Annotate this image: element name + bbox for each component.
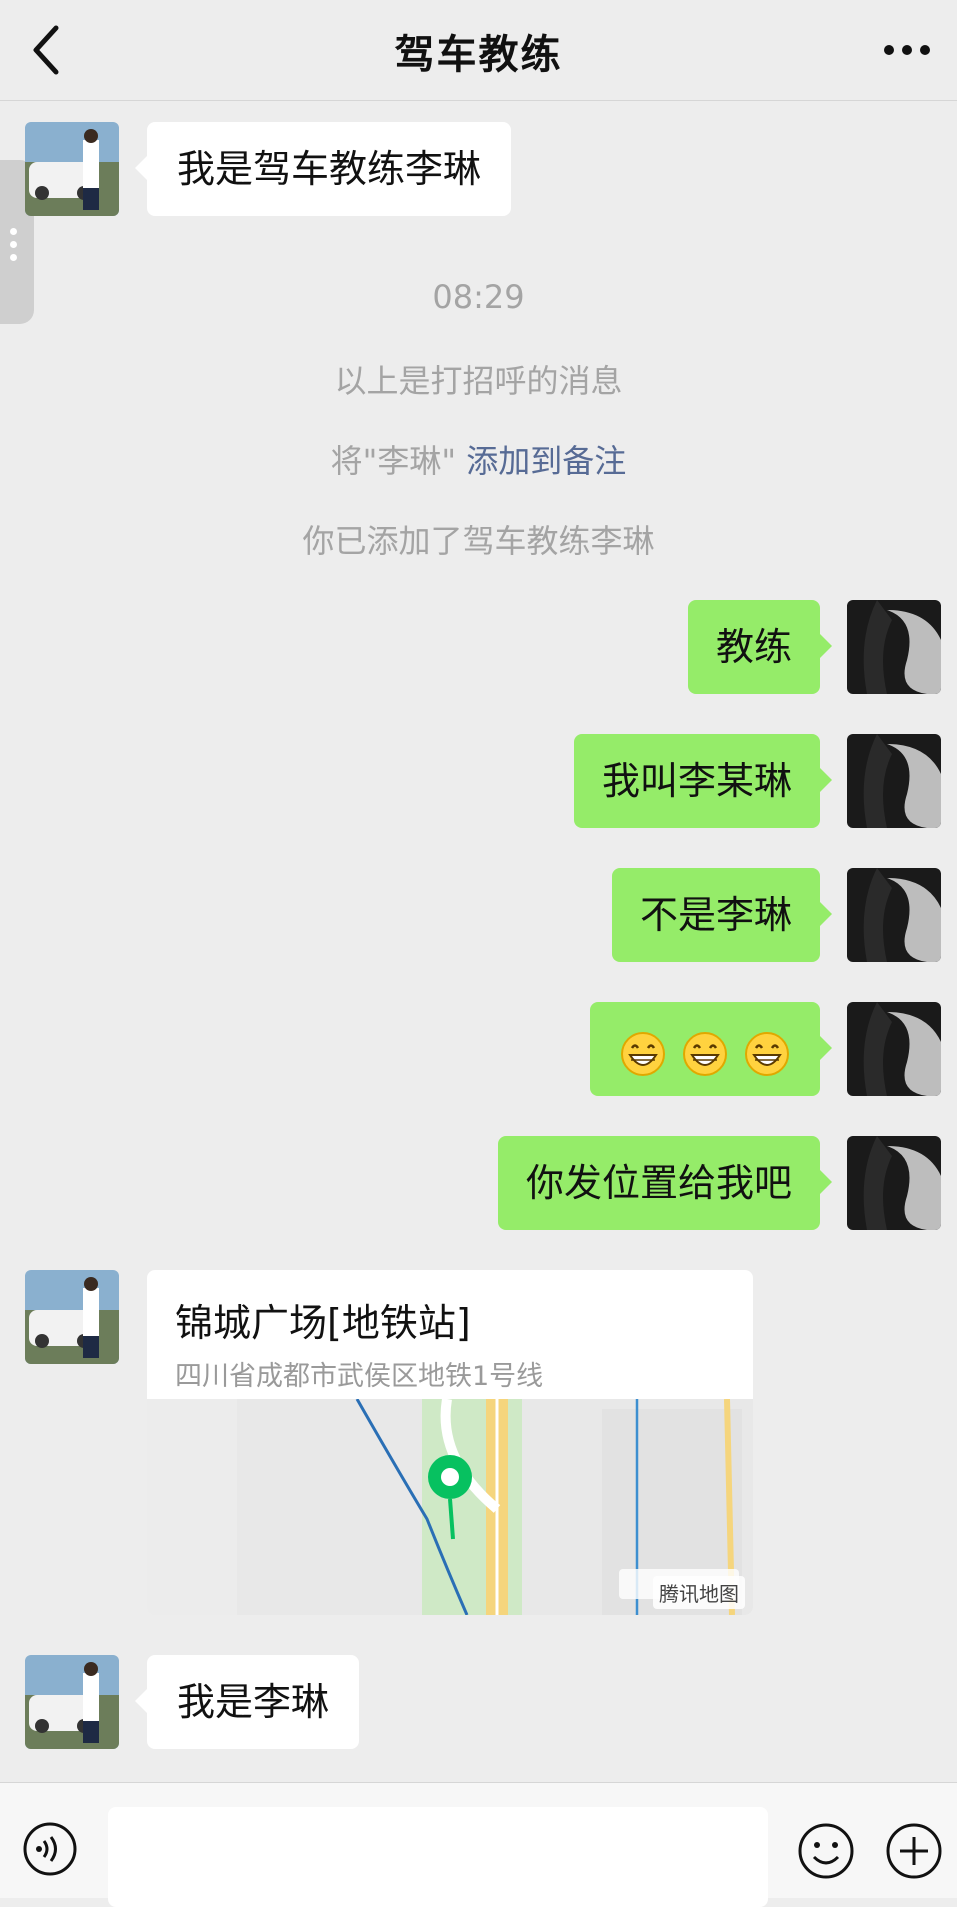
chat-header: 驾车教练 xyxy=(0,0,957,101)
coach-avatar[interactable] xyxy=(25,1655,119,1749)
remark-prefix: 将"李琳" xyxy=(330,442,457,480)
message-bubble-me-1[interactable]: 教练 xyxy=(687,600,833,694)
timestamp: 08:29 xyxy=(432,278,525,316)
add-remark-link[interactable]: 添加到备注 xyxy=(466,442,626,480)
message-bubble-me-emoji[interactable] xyxy=(589,1002,833,1099)
emoji-picker-icon[interactable] xyxy=(796,1821,856,1881)
remark-notice: 将"李琳" 添加到备注 xyxy=(0,436,957,482)
input-bar xyxy=(0,1782,957,1907)
message-bubble-coach-last[interactable]: 我是李琳 xyxy=(134,1655,360,1749)
more-options-icon[interactable] xyxy=(877,28,937,72)
added-notice: 你已添加了驾车教练李琳 xyxy=(302,522,655,560)
my-avatar[interactable] xyxy=(847,1002,941,1096)
message-bubble-me-5[interactable]: 你发位置给我吧 xyxy=(497,1136,833,1230)
map-provider-badge: 腾讯地图 xyxy=(653,1576,745,1609)
grin-emoji-icon xyxy=(682,1032,727,1076)
my-avatar[interactable] xyxy=(847,868,941,962)
chat-title: 驾车教练 xyxy=(394,32,563,78)
emoji-row xyxy=(618,1005,792,1099)
coach-avatar[interactable] xyxy=(25,122,119,216)
location-map-preview: 腾讯地图 xyxy=(147,1398,753,1615)
voice-input-icon[interactable] xyxy=(22,1821,78,1877)
my-avatar[interactable] xyxy=(847,600,941,694)
message-input[interactable] xyxy=(108,1807,768,1907)
grin-emoji-icon xyxy=(745,1032,789,1076)
message-bubble-coach-intro[interactable]: 我是驾车教练李琳 xyxy=(134,122,512,216)
location-message-card[interactable]: 锦城广场[地铁站] 四川省成都市武侯区地铁1号线 腾讯地图 xyxy=(147,1270,753,1615)
location-title: 锦城广场[地铁站] xyxy=(175,1301,471,1345)
location-address: 四川省成都市武侯区地铁1号线 xyxy=(175,1361,544,1392)
more-functions-plus-icon[interactable] xyxy=(884,1821,944,1881)
my-avatar[interactable] xyxy=(847,1136,941,1230)
coach-avatar[interactable] xyxy=(25,1270,119,1364)
greeting-notice: 以上是打招呼的消息 xyxy=(334,362,623,400)
message-bubble-me-3[interactable]: 不是李琳 xyxy=(611,868,833,962)
grin-emoji-icon xyxy=(620,1032,665,1076)
message-bubble-me-2[interactable]: 我叫李某琳 xyxy=(573,734,833,828)
my-avatar[interactable] xyxy=(847,734,941,828)
